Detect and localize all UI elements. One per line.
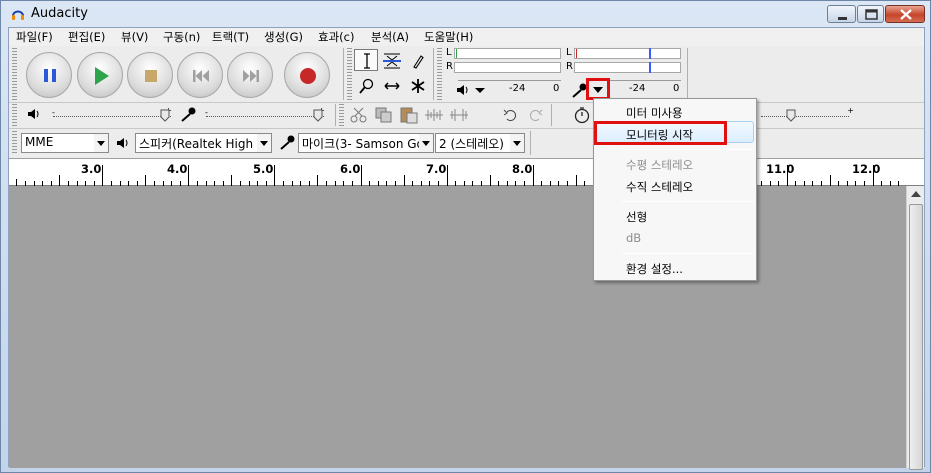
device-toolbar-grip[interactable]: [12, 131, 17, 153]
track-panel[interactable]: [9, 186, 906, 468]
playback-volume-slider[interactable]: - +: [49, 106, 174, 124]
meter-toolbar-grip[interactable]: [437, 48, 442, 100]
rec-meter-scale-min: -24: [629, 83, 646, 94]
speaker-icon[interactable]: [456, 84, 470, 99]
maximize-button[interactable]: [857, 5, 884, 23]
rec-meter-menu-button[interactable]: [586, 78, 610, 100]
menu-item-db: dB: [626, 231, 642, 245]
transport-toolbar-grip[interactable]: [12, 48, 17, 100]
close-button[interactable]: [885, 5, 925, 23]
input-device-value: 마이크(3- Samson Go: [302, 137, 424, 151]
scrollbar-thumb[interactable]: [909, 204, 923, 470]
vertical-scrollbar[interactable]: [906, 186, 924, 470]
cut-icon[interactable]: [348, 105, 370, 128]
tools-toolbar-grip[interactable]: [347, 48, 352, 100]
output-device-icon: [116, 137, 130, 152]
multi-tool-icon[interactable]: [405, 74, 429, 96]
menu-file[interactable]: 파일(F): [16, 29, 53, 45]
menu-analyze[interactable]: 분석(A): [371, 29, 409, 45]
pause-button[interactable]: [26, 52, 72, 98]
input-channels-select[interactable]: 2 (스테레오): [435, 133, 525, 153]
play-meter-right-label: R: [446, 61, 453, 72]
toolbar-separator: [433, 48, 434, 100]
menu-item-disable-meter[interactable]: 미터 미사용: [626, 105, 683, 121]
toolbar-separator: [687, 48, 688, 100]
menu-transport[interactable]: 구동(n): [163, 29, 200, 45]
zoom-tool-icon[interactable]: [354, 74, 378, 96]
output-device-select[interactable]: 스피커(Realtek High: [135, 133, 272, 153]
menu-edit[interactable]: 편집(E): [68, 29, 105, 45]
chevron-down-icon: [422, 141, 430, 146]
recording-volume-slider[interactable]: - +: [202, 106, 327, 124]
menu-item-linear[interactable]: 선형: [626, 209, 647, 225]
chevron-down-icon: [260, 141, 268, 146]
paste-icon[interactable]: [398, 105, 420, 128]
rec-meter-right-label: R: [566, 61, 573, 72]
edit-toolbar-grip[interactable]: [339, 104, 344, 126]
toolbar-separator: [343, 48, 344, 100]
undo-icon[interactable]: [501, 105, 521, 128]
skip-to-start-button[interactable]: [177, 52, 223, 98]
audacity-logo-icon: [11, 7, 25, 21]
draw-tool-icon[interactable]: [405, 49, 429, 71]
menu-item-vertical-stereo[interactable]: 수직 스테레오: [626, 179, 693, 195]
menu-generate[interactable]: 생성(G): [264, 29, 303, 45]
timer-icon[interactable]: [572, 105, 592, 128]
minimize-button[interactable]: [827, 5, 856, 23]
audacity-window: Audacity 파일(F) 편집(E) 뷰(V) 구동(n) 트랙(T) 생성…: [0, 0, 931, 473]
silence-icon[interactable]: [448, 105, 470, 128]
chevron-down-icon: [593, 87, 603, 93]
client-area: 파일(F) 편집(E) 뷰(V) 구동(n) 트랙(T) 생성(G) 효과(c)…: [8, 27, 925, 470]
output-device-value: 스피커(Realtek High: [139, 137, 254, 151]
title-bar[interactable]: Audacity: [1, 1, 930, 27]
playback-volume-icon: [27, 108, 41, 123]
play-meter-menu-arrow-icon[interactable]: [473, 84, 487, 99]
host-select[interactable]: MME: [21, 133, 109, 153]
menu-help[interactable]: 도움말(H): [424, 29, 473, 45]
toolbar-dock: L R -24 0 L R -24 0 - - + MME 스피커(Realte…: [9, 46, 924, 158]
time-shift-tool-icon[interactable]: [379, 74, 403, 96]
redo-icon[interactable]: [525, 105, 545, 128]
mixer-toolbar-grip[interactable]: [12, 104, 17, 126]
menu-tracks[interactable]: 트랙(T): [212, 29, 249, 45]
play-meter-left[interactable]: [454, 48, 561, 59]
play-meter-left-label: L: [446, 47, 452, 58]
rec-meter-left-label: L: [566, 47, 572, 58]
timeline-ruler[interactable]: 3.0 4.0 5.0 6.0 7.0 8.0 11.0 12.0: [9, 158, 924, 187]
skip-to-end-button[interactable]: [227, 52, 273, 98]
input-device-icon: [279, 134, 297, 153]
envelope-tool-icon[interactable]: [379, 49, 403, 71]
window-title: Audacity: [31, 6, 88, 21]
record-button[interactable]: [284, 52, 330, 98]
chevron-down-icon: [513, 141, 521, 146]
play-meter-scale-max: 0: [553, 83, 560, 94]
start-monitoring-highlight: [594, 121, 727, 145]
rec-meter-left[interactable]: [574, 48, 681, 59]
ruler-ticks: [16, 165, 899, 187]
rec-meter-scale-max: 0: [673, 83, 680, 94]
play-at-speed-slider[interactable]: +: [761, 106, 856, 124]
recording-volume-icon: [180, 106, 198, 125]
menu-item-horizontal-stereo: 수평 스테레오: [626, 158, 694, 172]
play-button[interactable]: [77, 52, 123, 98]
menu-item-preferences[interactable]: 환경 설정...: [626, 261, 683, 277]
rec-meter-right[interactable]: [574, 62, 681, 73]
trim-icon[interactable]: [423, 105, 445, 128]
host-select-value: MME: [25, 135, 54, 149]
stop-button[interactable]: [127, 52, 173, 98]
selection-tool-icon[interactable]: [354, 49, 378, 71]
play-meter-scale-min: -24: [509, 83, 526, 94]
copy-icon[interactable]: [373, 105, 395, 128]
play-meter-right[interactable]: [454, 62, 561, 73]
input-device-select[interactable]: 마이크(3- Samson Go: [298, 133, 434, 153]
input-channels-value: 2 (스테레오): [439, 137, 504, 151]
scroll-up-arrow-icon: [911, 191, 921, 197]
chevron-down-icon: [97, 141, 105, 146]
menu-effect[interactable]: 효과(c): [318, 29, 354, 45]
menu-bar: 파일(F) 편집(E) 뷰(V) 구동(n) 트랙(T) 생성(G) 효과(c)…: [9, 28, 924, 46]
menu-view[interactable]: 뷰(V): [121, 29, 148, 45]
